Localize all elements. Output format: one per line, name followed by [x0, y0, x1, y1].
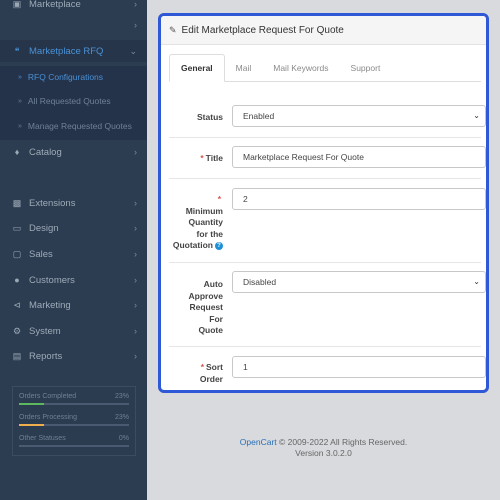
sidebar-item-marketplace-rfq[interactable]: ❝ Marketplace RFQ ⌄ [0, 40, 147, 62]
order-stats-box: Orders Completed 23% Orders Processing 2… [12, 386, 136, 456]
double-chevron-icon: » [18, 122, 22, 130]
sidebar-item-customers[interactable]: ● Customers › [0, 269, 147, 291]
main-content: ✎ Edit Marketplace Request For Quote Gen… [147, 0, 500, 500]
tab-mail-keywords[interactable]: Mail Keywords [262, 54, 339, 82]
monitor-icon: ▭ [12, 222, 22, 233]
tag-icon: ♦ [14, 147, 20, 157]
tab-bar: General Mail Mail Keywords Support [169, 54, 481, 82]
panel-header: ✎ Edit Marketplace Request For Quote [161, 16, 486, 45]
progress-fill [19, 424, 45, 426]
chevron-right-icon: › [134, 275, 137, 285]
sort-order-input[interactable]: 1 [232, 356, 486, 378]
sidebar-item-design[interactable]: ▭ Design › [0, 217, 147, 239]
footer: OpenCart © 2009-2022 All Rights Reserved… [147, 437, 500, 459]
chevron-down-icon: ⌄ [129, 45, 137, 56]
sidebar-subitem-rfq-configurations[interactable]: » RFQ Configurations [0, 66, 147, 88]
chevron-right-icon: › [134, 147, 137, 157]
double-chevron-icon: » [18, 73, 22, 81]
chevron-right-icon: › [134, 300, 137, 310]
form-row-minimum-quantity: * Minimum Quantity for the Quotation? 2 [169, 179, 486, 263]
chevron-right-icon: › [134, 351, 137, 361]
opencart-link[interactable]: OpenCart [240, 437, 277, 447]
sidebar-item-marketing[interactable]: ⊲ Marketing › [0, 294, 147, 316]
sort-order-label: * Sort Order [199, 362, 223, 384]
pencil-icon: ✎ [169, 24, 177, 35]
sidebar-item-marketplace[interactable]: ▣ Marketplace › [0, 0, 147, 15]
title-label: * Title [200, 153, 223, 163]
sidebar: ▣ Marketplace › › ❝ Marketplace RFQ ⌄ » … [0, 0, 147, 500]
chevron-right-icon: › [134, 249, 137, 259]
auto-approve-label: Auto Approve Request For Quote [188, 279, 223, 335]
form-row-sort-order: * Sort Order 1 [169, 347, 486, 390]
progress-fill [19, 403, 45, 405]
required-asterisk: * [200, 153, 204, 163]
chevron-down-icon: ⌄ [473, 277, 480, 286]
gear-icon: ⚙ [12, 325, 22, 336]
sidebar-item-sales[interactable]: ▢ Sales › [0, 243, 147, 265]
puzzle-icon: ▩ [12, 197, 22, 208]
chevron-down-icon: ⌄ [473, 111, 480, 120]
sidebar-subitem-manage-requested-quotes[interactable]: » Manage Requested Quotes [0, 115, 147, 137]
sidebar-item-extensions[interactable]: ▩ Extensions › [0, 192, 147, 214]
sidebar-item-unnamed[interactable]: › [0, 14, 147, 36]
help-icon[interactable]: ? [215, 241, 223, 250]
double-chevron-icon: » [18, 97, 22, 105]
stat-other-statuses: Other Statuses 0% [19, 435, 129, 453]
chevron-right-icon: › [134, 223, 137, 233]
tab-general[interactable]: General [169, 54, 225, 82]
chevron-right-icon: › [134, 198, 137, 208]
cart-icon: ▢ [12, 248, 22, 259]
form-row-title: * Title Marketplace Request For Quote [169, 138, 486, 179]
marketplace-icon: ▣ [12, 0, 22, 9]
panel-title: Edit Marketplace Request For Quote [181, 24, 344, 36]
progress-track [19, 403, 129, 405]
progress-track [19, 424, 129, 426]
chevron-right-icon: › [134, 20, 137, 30]
edit-panel: ✎ Edit Marketplace Request For Quote Gen… [158, 13, 489, 393]
sidebar-item-reports[interactable]: ▤ Reports › [0, 345, 147, 367]
tab-mail[interactable]: Mail [225, 54, 263, 82]
required-asterisk: * [200, 362, 204, 372]
auto-approve-select[interactable]: Disabled ⌄ [232, 271, 486, 293]
chevron-right-icon: › [134, 326, 137, 336]
minimum-quantity-label: * Minimum Quantity for the Quotation? [172, 194, 223, 250]
sidebar-subitem-all-requested-quotes[interactable]: » All Requested Quotes [0, 90, 147, 112]
user-icon: ● [14, 275, 20, 285]
title-input[interactable]: Marketplace Request For Quote [232, 146, 486, 168]
form-row-status: Status Enabled ⌄ [169, 98, 486, 138]
sidebar-item-system[interactable]: ⚙ System › [0, 320, 147, 342]
minimum-quantity-input[interactable]: 2 [232, 188, 486, 210]
progress-track [19, 445, 129, 447]
chevron-right-icon: › [134, 0, 137, 9]
stat-orders-processing: Orders Processing 23% [19, 414, 129, 432]
required-asterisk: * [217, 194, 221, 204]
quote-icon: ❝ [14, 45, 20, 56]
status-select[interactable]: Enabled ⌄ [232, 105, 486, 127]
sidebar-item-catalog[interactable]: ♦ Catalog › [0, 141, 147, 163]
version-text: Version 3.0.2.0 [295, 448, 352, 458]
stat-orders-completed: Orders Completed 23% [19, 393, 129, 411]
status-label: Status [197, 112, 223, 122]
share-icon: ⊲ [13, 299, 21, 310]
form-row-auto-approve: Auto Approve Request For Quote Disabled … [169, 263, 486, 347]
bar-chart-icon: ▤ [12, 350, 22, 361]
tab-support[interactable]: Support [340, 54, 392, 82]
